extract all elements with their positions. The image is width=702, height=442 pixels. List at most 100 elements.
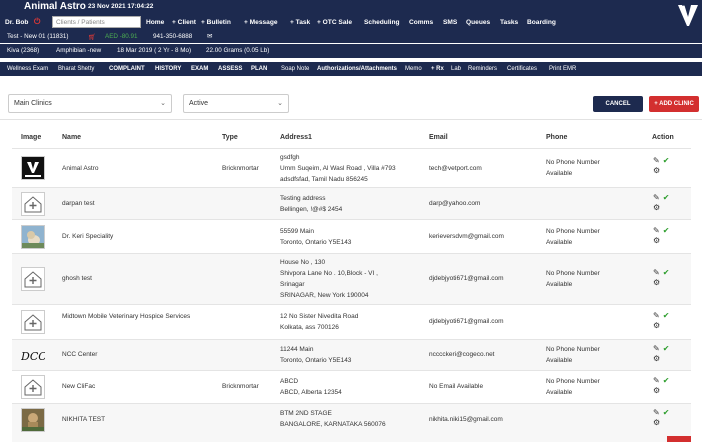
check-icon[interactable]: ✔ — [663, 156, 670, 165]
address-line: BANGALORE, KARNATAKA 560076 — [280, 421, 386, 428]
clinic-name[interactable]: ghosh test — [62, 273, 92, 284]
client-name[interactable]: Test - New 01 (11831) — [7, 33, 68, 40]
nav-queues[interactable]: Queues — [466, 19, 490, 26]
clinic-name[interactable]: Dr. Keri Speciality — [62, 231, 113, 242]
check-icon[interactable]: ✔ — [663, 376, 670, 385]
tab-history[interactable]: HISTORY — [155, 66, 181, 72]
clinic-name[interactable]: darpan test — [62, 198, 95, 209]
gear-icon[interactable]: ⚙ — [653, 321, 669, 330]
nav-otc-sale[interactable]: + OTC Sale — [317, 19, 352, 26]
address-line: adsdfsfad, Tamil Nadu 856245 — [280, 176, 368, 183]
clinic-email: nikhita.niki15@gmail.com — [429, 416, 503, 423]
row-actions: ✎ ✔ ⚙ — [653, 193, 669, 212]
edit-pencil-icon[interactable]: ✎ — [653, 311, 660, 320]
gear-icon[interactable]: ⚙ — [653, 278, 669, 287]
cart-icon[interactable]: 🛒︎ — [88, 33, 96, 41]
clinic-name[interactable]: New CliFac — [62, 381, 95, 392]
clinic-email: No Email Available — [429, 383, 484, 390]
gear-icon[interactable]: ⚙ — [653, 203, 669, 212]
nav-add-client[interactable]: + Client — [172, 19, 196, 26]
vetport-logo-image — [21, 156, 45, 180]
clinic-email: ncccckeri@cogeco.net — [429, 351, 495, 358]
nav-scheduling[interactable]: Scheduling — [364, 19, 400, 26]
phone-line: No Phone Number — [546, 270, 600, 277]
clinic-placeholder-icon — [21, 267, 45, 291]
clinic-name[interactable]: NCC Center — [62, 349, 97, 360]
edit-pencil-icon[interactable]: ✎ — [653, 344, 660, 353]
tab-exam[interactable]: EXAM — [191, 66, 208, 72]
app-brand[interactable]: Animal Astro — [24, 1, 86, 12]
tab-assess[interactable]: ASSESS — [218, 66, 242, 72]
gear-icon[interactable]: ⚙ — [653, 166, 669, 175]
clinic-placeholder-icon — [21, 192, 45, 216]
check-icon[interactable]: ✔ — [663, 408, 670, 417]
tab-rx[interactable]: + Rx — [431, 66, 444, 72]
clinic-address: BTM 2ND STAGE BANGALORE, KARNATAKA 56007… — [280, 408, 386, 430]
nav-add-message[interactable]: + Message — [244, 19, 278, 26]
check-icon[interactable]: ✔ — [663, 226, 670, 235]
nav-sms[interactable]: SMS — [443, 19, 457, 26]
nav-add-task[interactable]: + Task — [290, 19, 310, 26]
clinic-name[interactable]: Midtown Mobile Veterinary Hospice Servic… — [62, 311, 202, 322]
gear-icon[interactable]: ⚙ — [653, 354, 669, 363]
edit-pencil-icon[interactable]: ✎ — [653, 376, 660, 385]
gear-icon[interactable]: ⚙ — [653, 386, 669, 395]
scroll-to-top-button[interactable] — [667, 436, 691, 442]
tab-print-emr[interactable]: Print EMR — [549, 66, 576, 72]
edit-pencil-icon[interactable]: ✎ — [653, 193, 660, 202]
power-icon[interactable]: ⏻ — [34, 17, 40, 27]
table-row: ghosh test House No , 130 Shivpora Lane … — [12, 253, 691, 304]
gear-icon[interactable]: ⚙ — [653, 418, 669, 427]
tab-authorizations[interactable]: Authorizations/Attachments — [317, 66, 397, 72]
svg-text:DCCC: DCCC — [21, 350, 45, 363]
address-line: Srinagar — [280, 281, 305, 288]
edit-pencil-icon[interactable]: ✎ — [653, 268, 660, 277]
patient-species: Amphibian -new — [56, 47, 102, 54]
clinic-email: djdebjyoti671@gmail.com — [429, 275, 504, 282]
tab-soap-note[interactable]: Soap Note — [281, 66, 309, 72]
nav-comms[interactable]: Comms — [409, 19, 433, 26]
clinic-email: tech@vetport.com — [429, 165, 482, 172]
tab-certificates[interactable]: Certificates — [507, 66, 537, 72]
dccc-logo: DCCC — [20, 344, 56, 368]
edit-pencil-icon[interactable]: ✎ — [653, 226, 660, 235]
check-icon[interactable]: ✔ — [663, 268, 670, 277]
phone-line: Available — [546, 281, 573, 288]
check-icon[interactable]: ✔ — [663, 193, 670, 202]
row-actions: ✎ ✔ ⚙ — [653, 156, 669, 175]
clinic-name[interactable]: NIKHITA TEST — [62, 414, 105, 425]
clinic-select[interactable]: Main Clinics ⌄ — [8, 94, 172, 113]
gear-icon[interactable]: ⚙ — [653, 236, 669, 245]
exam-type[interactable]: Wellness Exam — [7, 66, 48, 72]
nav-boarding[interactable]: Boarding — [527, 19, 556, 26]
nav-tasks[interactable]: Tasks — [500, 19, 518, 26]
edit-pencil-icon[interactable]: ✎ — [653, 156, 660, 165]
email-icon[interactable]: ✉ — [207, 33, 212, 40]
phone-line: No Phone Number — [546, 159, 600, 166]
clinic-type: Bricknmortar — [222, 165, 259, 172]
tab-reminders[interactable]: Reminders — [468, 66, 497, 72]
add-clinic-button[interactable]: + ADD CLINIC — [649, 96, 699, 112]
tab-plan[interactable]: PLAN — [251, 66, 267, 72]
table-row: DCCC NCC Center 11244 Main Toronto, Onta… — [12, 339, 691, 370]
tab-complaint[interactable]: COMPLAINT — [109, 66, 145, 72]
tab-lab[interactable]: Lab — [451, 66, 461, 72]
patient-search-input[interactable]: Clients / Patients — [52, 16, 141, 28]
table-row: Dr. Keri Speciality 55599 Main Toronto, … — [12, 219, 691, 253]
user-name[interactable]: Dr. Bob — [5, 19, 28, 26]
check-icon[interactable]: ✔ — [663, 344, 670, 353]
clinic-phone: No Phone Number Available — [546, 344, 600, 366]
clinic-name[interactable]: Animal Astro — [62, 163, 99, 174]
check-icon[interactable]: ✔ — [663, 311, 670, 320]
clinic-phone: No Phone Number Available — [546, 226, 600, 248]
edit-pencil-icon[interactable]: ✎ — [653, 408, 660, 417]
patient-name[interactable]: Kiva (2368) — [7, 47, 39, 54]
tab-memo[interactable]: Memo — [405, 66, 422, 72]
filter-bar: Main Clinics ⌄ Active ⌄ CANCEL + ADD CLI… — [0, 86, 702, 120]
clinic-address: House No , 130 Shivpora Lane No . 10,Blo… — [280, 257, 378, 301]
vetport-logo-icon[interactable] — [676, 2, 700, 28]
status-select[interactable]: Active ⌄ — [183, 94, 289, 113]
cancel-button[interactable]: CANCEL — [593, 96, 643, 112]
nav-home[interactable]: Home — [146, 19, 164, 26]
nav-add-bulletin[interactable]: + Bulletin — [201, 19, 231, 26]
